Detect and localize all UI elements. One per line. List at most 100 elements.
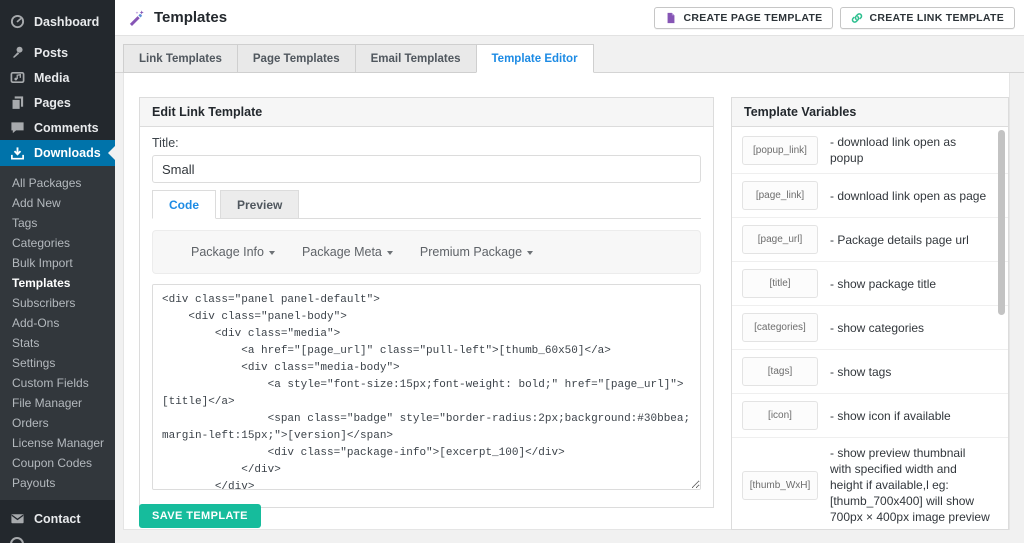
save-template-button[interactable]: SAVE TEMPLATE — [139, 504, 261, 528]
submenu-add-ons[interactable]: Add-Ons — [0, 313, 115, 333]
clipped-menu-icon — [10, 537, 24, 543]
download-icon — [10, 146, 25, 161]
link-icon — [852, 13, 863, 23]
variable-row: [tags] - show tags — [732, 350, 1008, 394]
page-icon — [668, 12, 675, 24]
variable-description: - show preview thumbnail with specified … — [830, 446, 990, 524]
submenu-templates[interactable]: Templates — [0, 273, 115, 293]
sidebar-item-pages[interactable]: Pages — [0, 90, 115, 115]
sidebar-item-label: Downloads — [34, 146, 101, 160]
submenu-payouts[interactable]: Payouts — [0, 473, 115, 493]
submenu-custom-fields[interactable]: Custom Fields — [0, 373, 115, 393]
variable-tag[interactable]: [icon] — [742, 401, 818, 430]
template-tabs: Link Templates Page Templates Email Temp… — [115, 36, 1024, 73]
variable-description: - show package title — [830, 276, 937, 291]
sidebar-item-dashboard[interactable]: Dashboard — [0, 9, 115, 34]
variable-tag[interactable]: [page_url] — [742, 225, 818, 254]
variable-tag[interactable]: [title] — [742, 269, 818, 298]
tab-content: Edit Link Template Title: Code Preview P… — [123, 73, 1010, 530]
variables-list: [popup_link] - download link open as pop… — [732, 127, 1008, 529]
variable-tag[interactable]: [categories] — [742, 313, 818, 342]
tab-link-templates[interactable]: Link Templates — [123, 44, 238, 73]
sidebar-item-label: Media — [34, 70, 70, 85]
template-title-input[interactable] — [152, 155, 701, 183]
subtab-preview[interactable]: Preview — [220, 190, 300, 219]
panel-body: Title: Code Preview Package Info Package… — [140, 127, 713, 507]
button-label: CREATE LINK TEMPLATE — [869, 12, 1004, 24]
variable-tag[interactable]: [page_link] — [742, 181, 818, 210]
submenu-categories[interactable]: Categories — [0, 233, 115, 253]
submenu-all-packages[interactable]: All Packages — [0, 173, 115, 193]
sidebar-item-label: Pages — [34, 95, 71, 110]
sidebar-item-comments[interactable]: Comments — [0, 115, 115, 140]
admin-menu: Dashboard Posts Media Pages Comments Dow… — [0, 0, 115, 531]
variable-row: [icon] - show icon if available — [732, 394, 1008, 438]
sidebar-item-downloads[interactable]: Downloads — [0, 140, 115, 166]
button-label: CREATE PAGE TEMPLATE — [683, 12, 823, 24]
submenu-tags[interactable]: Tags — [0, 213, 115, 233]
submenu-license-manager[interactable]: License Manager — [0, 433, 115, 453]
submenu-subscribers[interactable]: Subscribers — [0, 293, 115, 313]
create-page-template-button[interactable]: CREATE PAGE TEMPLATE — [654, 7, 834, 29]
sidebar-item-label: Contact — [34, 511, 81, 526]
edit-link-template-panel: Edit Link Template Title: Code Preview P… — [139, 97, 714, 508]
variable-description: - show icon if available — [830, 408, 951, 423]
tab-email-templates[interactable]: Email Templates — [354, 44, 477, 73]
submenu-stats[interactable]: Stats — [0, 333, 115, 353]
sidebar-item-contact[interactable]: Contact — [0, 506, 115, 531]
dropdown-label: Package Meta — [301, 245, 382, 259]
menu-bottom: Contact — [0, 506, 115, 531]
variable-row: [thumb_WxH] - show preview thumbnail wit… — [732, 438, 1008, 529]
editor-subtabs: Code Preview — [152, 190, 701, 219]
variable-tag[interactable]: [popup_link] — [742, 135, 818, 165]
panel-title: Edit Link Template — [140, 98, 713, 127]
variable-description: - download link open as popup — [830, 135, 957, 165]
submenu-coupon-codes[interactable]: Coupon Codes — [0, 453, 115, 473]
variable-description: - download link open as page — [830, 188, 987, 203]
envelope-icon — [10, 511, 25, 526]
sidebar-item-media[interactable]: Media — [0, 65, 115, 90]
submenu-add-new[interactable]: Add New — [0, 193, 115, 213]
chevron-down-icon — [527, 250, 534, 258]
tab-page-templates[interactable]: Page Templates — [236, 44, 356, 73]
submenu-settings[interactable]: Settings — [0, 353, 115, 373]
variable-row: [page_link] - download link open as page — [732, 174, 1008, 218]
premium-package-dropdown[interactable]: Premium Package — [419, 245, 534, 259]
comment-icon — [10, 120, 25, 135]
submenu-file-manager[interactable]: File Manager — [0, 393, 115, 413]
subtab-code[interactable]: Code — [152, 190, 216, 219]
admin-sidebar: Dashboard Posts Media Pages Comments Dow… — [0, 0, 115, 543]
pages-icon — [10, 95, 25, 110]
downloads-submenu: All Packages Add New Tags Categories Bul… — [0, 166, 115, 500]
variable-row: [categories] - show categories — [732, 306, 1008, 350]
template-variables-panel: Template Variables [popup_link] - downlo… — [731, 97, 1009, 530]
main-area: Templates CREATE PAGE TEMPLATE CREATE LI… — [115, 0, 1024, 543]
tab-template-editor[interactable]: Template Editor — [475, 44, 594, 73]
package-meta-dropdown[interactable]: Package Meta — [302, 245, 393, 259]
variable-description: - show tags — [830, 364, 892, 379]
page-title: Templates — [154, 9, 228, 26]
page-header: Templates CREATE PAGE TEMPLATE CREATE LI… — [115, 0, 1024, 36]
variable-row: [title] - show package title — [732, 262, 1008, 306]
submenu-orders[interactable]: Orders — [0, 413, 115, 433]
variable-tag[interactable]: [thumb_WxH] — [742, 470, 818, 500]
header-actions: CREATE PAGE TEMPLATE CREATE LINK TEMPLAT… — [654, 7, 1015, 29]
magic-wand-icon — [129, 10, 144, 26]
create-link-template-button[interactable]: CREATE LINK TEMPLATE — [840, 7, 1015, 29]
wpdm-templates-page: { "header": { "page_title": "Templates",… — [0, 0, 1024, 543]
template-code-textarea[interactable]: <div class="panel panel-default"> <div c… — [152, 284, 701, 490]
dropdown-label: Package Info — [191, 245, 264, 259]
sidebar-item-label: Posts — [34, 45, 69, 60]
media-icon — [10, 70, 25, 85]
submenu-bulk-import[interactable]: Bulk Import — [0, 253, 115, 273]
sidebar-item-posts[interactable]: Posts — [0, 40, 115, 65]
dashboard-icon — [10, 14, 25, 29]
dropdown-label: Premium Package — [419, 245, 523, 259]
variable-tag[interactable]: [tags] — [742, 357, 818, 386]
package-info-dropdown[interactable]: Package Info — [191, 245, 275, 259]
variable-description: - show categories — [830, 320, 925, 335]
variables-scrollbar[interactable] — [998, 130, 1005, 315]
sidebar-item-label: Dashboard — [34, 14, 100, 29]
chevron-down-icon — [386, 250, 393, 258]
variable-row: [page_url] - Package details page url — [732, 218, 1008, 262]
